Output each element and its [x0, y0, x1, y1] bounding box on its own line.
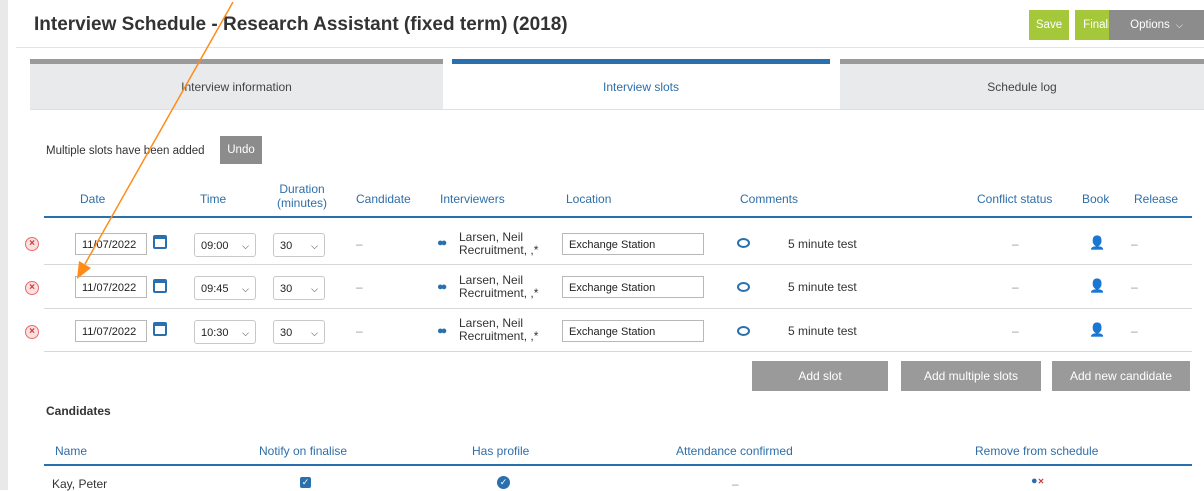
annotation-arrow-line: [84, 1, 234, 265]
annotation-arrow-head: [77, 261, 91, 279]
annotation-arrow: [77, 1, 234, 279]
